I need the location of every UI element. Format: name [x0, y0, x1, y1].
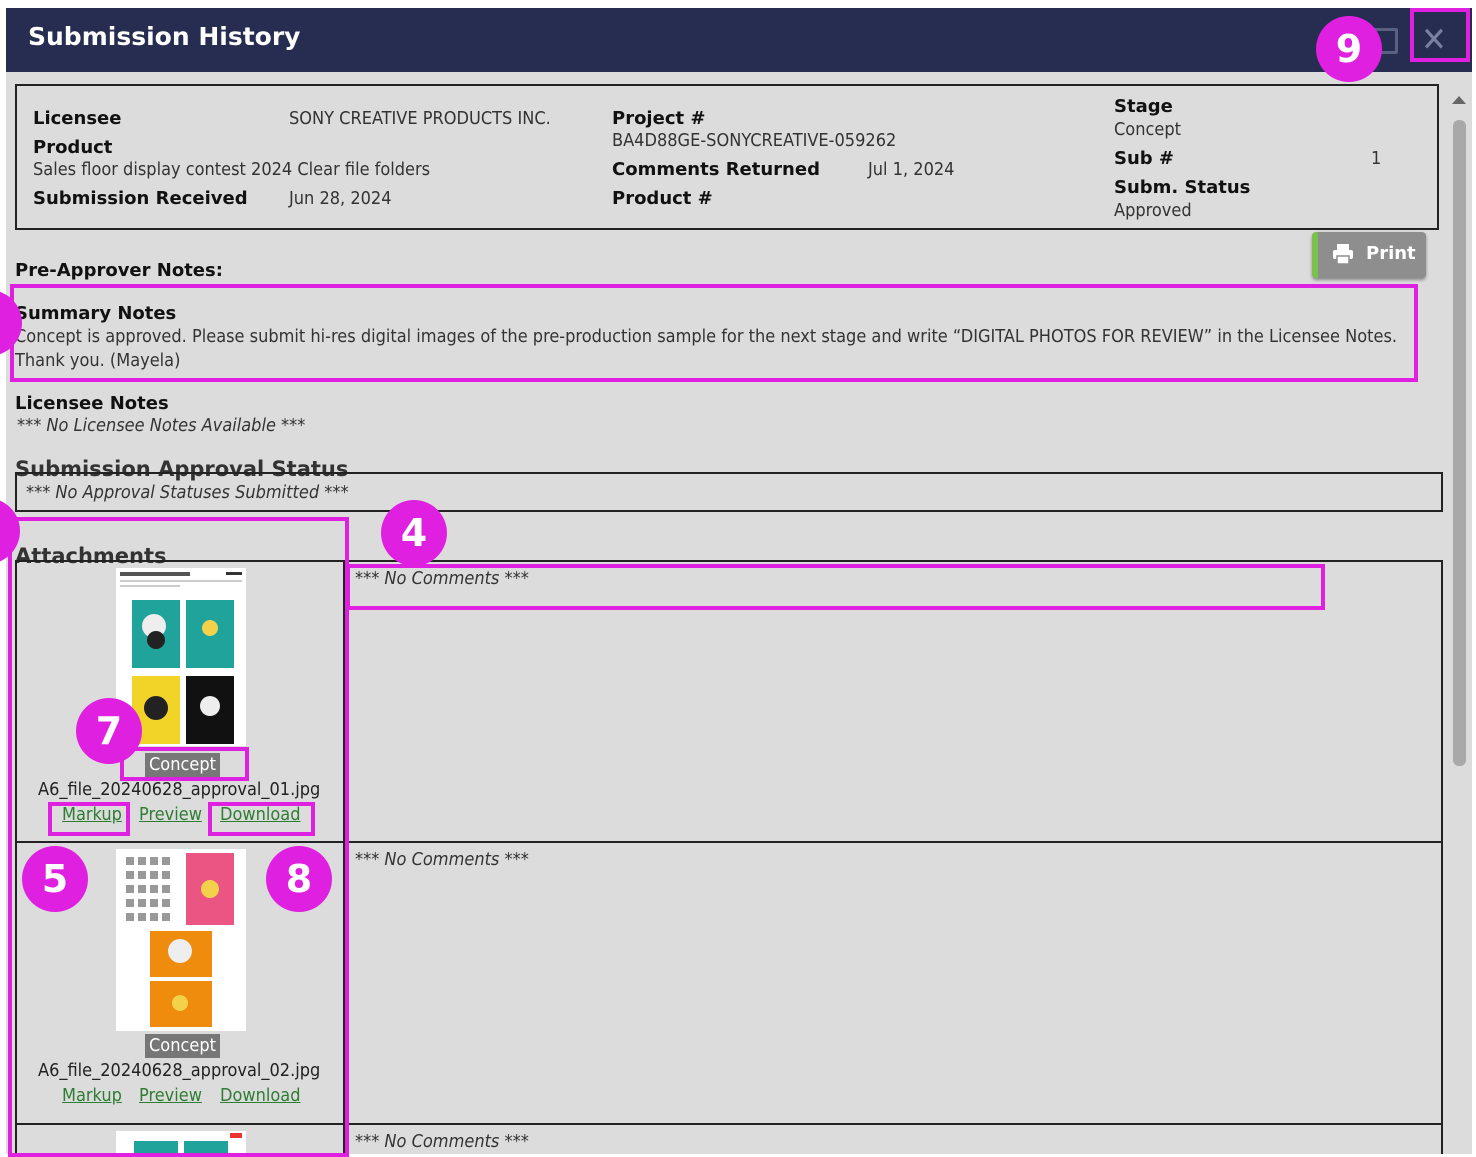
title-bar: Submission History ✕ [6, 8, 1472, 72]
licensee-value: SONY CREATIVE PRODUCTS INC. [289, 108, 551, 129]
licensee-label: Licensee [33, 108, 122, 129]
badge-5: 5 [22, 846, 88, 912]
attachments-highlight [8, 517, 349, 1157]
comments-highlight [346, 564, 1325, 610]
download-highlight [208, 802, 315, 836]
print-button[interactable]: Print [1312, 232, 1426, 278]
badge-8: 8 [266, 846, 332, 912]
badge-4: 4 [381, 500, 447, 566]
comments-returned-value: Jul 1, 2024 [868, 159, 955, 180]
approval-status-box: *** No Approval Statuses Submitted *** [15, 472, 1443, 512]
subm-status-value: Approved [1114, 200, 1192, 221]
sub-number-value: 1 [1371, 148, 1382, 169]
project-value: BA4D88GE-SONYCREATIVE-059262 [612, 130, 897, 151]
scroll-up-icon[interactable] [1452, 96, 1466, 104]
product-value: Sales floor display contest 2024 Clear f… [33, 159, 431, 180]
submission-info-box: Licensee SONY CREATIVE PRODUCTS INC. Pro… [15, 84, 1439, 230]
licensee-notes-text: *** No Licensee Notes Available *** [17, 415, 306, 436]
markup-highlight [48, 802, 130, 836]
printer-icon [1333, 244, 1353, 265]
approval-status-text: *** No Approval Statuses Submitted *** [26, 482, 349, 503]
summary-notes-highlight [10, 284, 1418, 382]
attachment-comments: *** No Comments *** [355, 1131, 529, 1152]
badge-9: 9 [1316, 16, 1382, 82]
stage-value: Concept [1114, 119, 1181, 140]
received-label: Submission Received [33, 188, 248, 209]
licensee-notes-title: Licensee Notes [15, 393, 169, 414]
vertical-scrollbar[interactable] [1446, 72, 1472, 1154]
badge-7: 7 [76, 698, 142, 764]
product-number-label: Product # [612, 188, 713, 209]
window-title: Submission History [28, 22, 301, 51]
sub-number-label: Sub # [1114, 148, 1175, 169]
scrollbar-thumb[interactable] [1453, 120, 1466, 766]
pre-approver-notes-label: Pre-Approver Notes: [15, 260, 223, 281]
close-highlight [1410, 8, 1470, 62]
project-label: Project # [612, 108, 706, 129]
attachment-comments: *** No Comments *** [355, 849, 529, 870]
received-value: Jun 28, 2024 [289, 188, 392, 209]
subm-status-label: Subm. Status [1114, 177, 1251, 198]
stage-label: Stage [1114, 96, 1173, 117]
product-label: Product [33, 137, 113, 158]
comments-returned-label: Comments Returned [612, 159, 820, 180]
print-label: Print [1366, 243, 1416, 264]
stage-tag-highlight [120, 747, 249, 781]
